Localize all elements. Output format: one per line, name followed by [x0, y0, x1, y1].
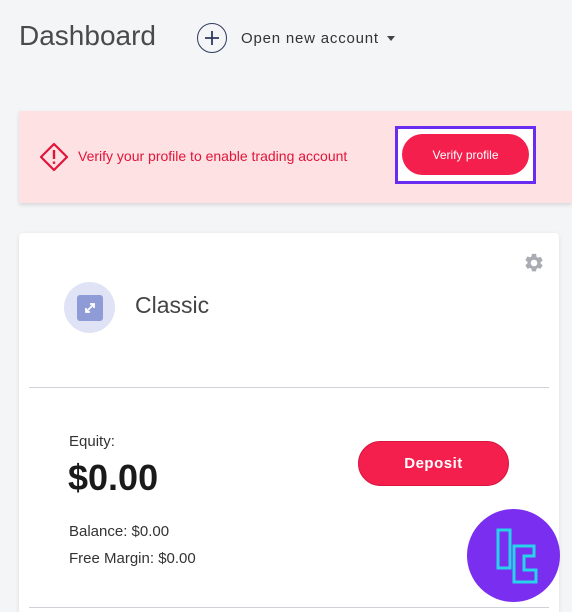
card-divider: [29, 387, 549, 388]
chevron-down-icon: [386, 35, 395, 41]
verify-profile-highlight: Verify profile: [395, 126, 536, 184]
balance-text: Balance: $0.00: [69, 523, 170, 540]
expand-arrows-icon: [76, 294, 103, 321]
gear-icon[interactable]: [523, 252, 545, 279]
warning-diamond-icon: [39, 142, 69, 177]
account-type-avatar: [64, 282, 115, 333]
deposit-button[interactable]: Deposit: [358, 441, 509, 486]
card-divider-bottom: [29, 607, 549, 608]
equity-value: $0.00: [68, 457, 159, 498]
verify-profile-button[interactable]: Verify profile: [402, 134, 529, 175]
plus-circle-icon: [197, 23, 227, 53]
free-margin-text: Free Margin: $0.00: [69, 550, 196, 567]
dashboard-page: Dashboard Open new account Verify your p…: [0, 0, 572, 612]
open-new-account-label: Open new account: [241, 29, 379, 47]
account-name: Classic: [135, 292, 210, 318]
logo-icon: [467, 509, 560, 602]
verify-profile-alert: Verify your profile to enable trading ac…: [19, 111, 572, 203]
equity-label: Equity:: [69, 433, 115, 450]
page-title: Dashboard: [19, 20, 156, 51]
alert-message: Verify your profile to enable trading ac…: [78, 148, 348, 164]
open-new-account-button[interactable]: Open new account: [197, 23, 395, 53]
